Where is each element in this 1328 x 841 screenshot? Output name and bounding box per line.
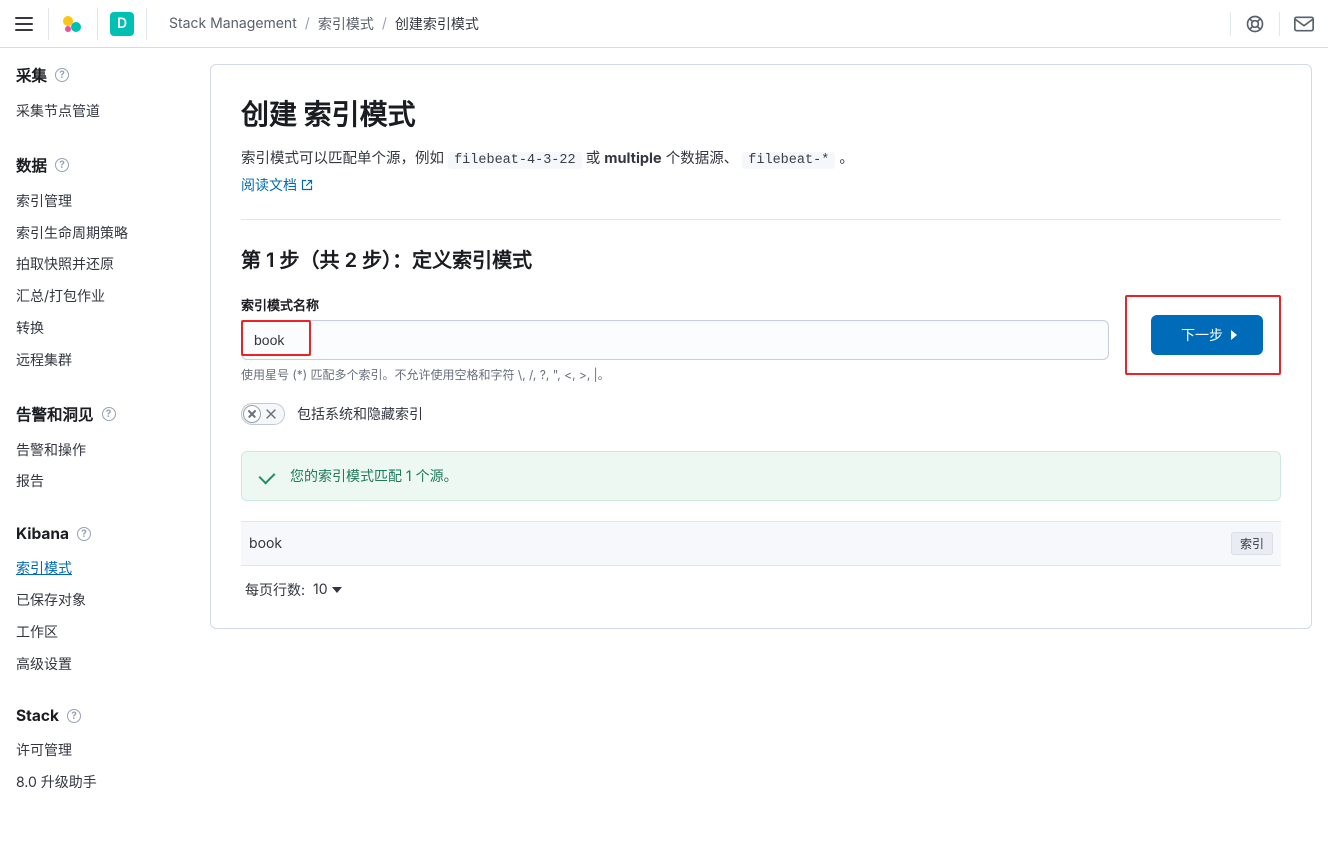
nav-toggle-button[interactable] [8, 8, 40, 40]
sidenav-item-snapshot-restore[interactable]: 拍取快照并还原 [16, 249, 190, 281]
sidenav-item-spaces[interactable]: 工作区 [16, 617, 190, 649]
sidenav-title-stack: Stack? [16, 706, 190, 725]
help-icon[interactable]: ? [67, 709, 81, 723]
matching-indices-table: book 索引 [241, 521, 1281, 566]
index-pattern-name-label: 索引模式名称 [241, 295, 1109, 314]
include-system-indices-label: 包括系统和隐藏索引 [297, 404, 423, 424]
header-separator [146, 8, 147, 40]
header-separator [1230, 12, 1231, 36]
create-index-pattern-panel: 创建 索引模式 索引模式可以匹配单个源，例如 filebeat-4-3-22 或… [210, 64, 1312, 629]
cross-icon [264, 407, 278, 421]
table-pagination: 每页行数: 10 [241, 566, 1281, 604]
chevron-right-icon [1231, 330, 1237, 340]
header-separator [48, 8, 49, 40]
app-header: D Stack Management / 索引模式 / 创建索引模式 [0, 0, 1328, 48]
sidenav-item-license[interactable]: 许可管理 [16, 735, 190, 767]
elastic-logo-icon [61, 12, 85, 36]
mail-button[interactable] [1288, 8, 1320, 40]
page-title: 创建 索引模式 [241, 93, 1281, 133]
elastic-logo-button[interactable] [57, 8, 89, 40]
space-selector-button[interactable]: D [106, 8, 138, 40]
breadcrumb: Stack Management / 索引模式 / 创建索引模式 [169, 14, 479, 34]
index-type-badge: 索引 [1231, 532, 1273, 555]
index-name-cell: book [249, 535, 282, 552]
chevron-down-icon [332, 587, 342, 593]
sidenav: 采集? 采集节点管道 数据? 索引管理 索引生命周期策略 拍取快照并还原 汇总/… [0, 48, 198, 841]
check-icon [259, 467, 276, 484]
newsfeed-button[interactable] [1239, 8, 1271, 40]
next-step-button[interactable]: 下一步 [1151, 315, 1263, 355]
step-title: 第 1 步（共 2 步）：定义索引模式 [241, 244, 1281, 273]
header-separator [97, 8, 98, 40]
page-description: 索引模式可以匹配单个源，例如 filebeat-4-3-22 或 multipl… [241, 147, 1281, 173]
breadcrumb-sep: / [305, 15, 310, 32]
sidenav-item-reporting[interactable]: 报告 [16, 466, 190, 498]
sidenav-title-kibana: Kibana? [16, 524, 190, 543]
match-success-callout: 您的索引模式匹配 1 个源。 [241, 451, 1281, 501]
header-separator [1279, 12, 1280, 36]
read-docs-link[interactable]: 阅读文档 [241, 175, 313, 195]
index-pattern-name-input[interactable] [241, 320, 1109, 360]
sidenav-item-upgrade-assistant[interactable]: 8.0 升级助手 [16, 767, 190, 799]
sidenav-section-alerts: 告警和洞见? 告警和操作 报告 [16, 403, 190, 499]
example-code-single: filebeat-4-3-22 [448, 152, 582, 169]
sidenav-section-stack: Stack? 许可管理 8.0 升级助手 [16, 706, 190, 799]
switch-knob-icon [243, 405, 261, 423]
sidenav-item-remote-clusters[interactable]: 远程集群 [16, 345, 190, 377]
help-icon[interactable]: ? [55, 158, 69, 172]
index-pattern-name-help: 使用星号 (*) 匹配多个索引。不允许使用空格和字符 \, /, ?, ", <… [241, 366, 1109, 383]
breadcrumb-sep: / [382, 15, 387, 32]
sidenav-item-saved-objects[interactable]: 已保存对象 [16, 585, 190, 617]
hamburger-icon [15, 17, 33, 31]
rows-per-page-label: 每页行数: [245, 580, 305, 600]
callout-text: 您的索引模式匹配 1 个源。 [290, 466, 458, 486]
external-link-icon [301, 179, 313, 191]
sidenav-title-alerts: 告警和洞见? [16, 403, 190, 425]
sidenav-item-alerts-actions[interactable]: 告警和操作 [16, 435, 190, 467]
breadcrumb-stack-management[interactable]: Stack Management [169, 15, 297, 32]
sidenav-item-ingest-pipelines[interactable]: 采集节点管道 [16, 96, 190, 128]
sidenav-item-ilm[interactable]: 索引生命周期策略 [16, 218, 190, 250]
sidenav-item-rollups[interactable]: 汇总/打包作业 [16, 281, 190, 313]
sidenav-item-advanced-settings[interactable]: 高级设置 [16, 649, 190, 681]
rows-per-page-button[interactable]: 10 [313, 581, 342, 598]
sidenav-item-index-patterns[interactable]: 索引模式 [16, 553, 190, 585]
table-row: book 索引 [241, 521, 1281, 566]
help-icon[interactable]: ? [77, 527, 91, 541]
include-system-indices-switch[interactable] [241, 403, 285, 425]
sidenav-section-kibana: Kibana? 索引模式 已保存对象 工作区 高级设置 [16, 524, 190, 680]
sidenav-section-ingest: 采集? 采集节点管道 [16, 64, 190, 128]
sidenav-section-data: 数据? 索引管理 索引生命周期策略 拍取快照并还原 汇总/打包作业 转换 远程集… [16, 154, 190, 377]
sidenav-item-index-management[interactable]: 索引管理 [16, 186, 190, 218]
highlight-button-annotation: 下一步 [1125, 295, 1281, 375]
example-code-wildcard: filebeat-* [742, 152, 835, 169]
space-avatar: D [110, 12, 134, 36]
breadcrumb-index-patterns[interactable]: 索引模式 [318, 14, 374, 34]
sidenav-title-ingest: 采集? [16, 64, 190, 86]
sidenav-item-transforms[interactable]: 转换 [16, 313, 190, 345]
help-icon[interactable]: ? [102, 407, 116, 421]
lifebuoy-icon [1245, 14, 1265, 34]
section-divider [241, 219, 1281, 220]
breadcrumb-create-index-pattern: 创建索引模式 [395, 14, 479, 34]
help-icon[interactable]: ? [55, 68, 69, 82]
mail-icon [1294, 16, 1314, 32]
sidenav-title-data: 数据? [16, 154, 190, 176]
